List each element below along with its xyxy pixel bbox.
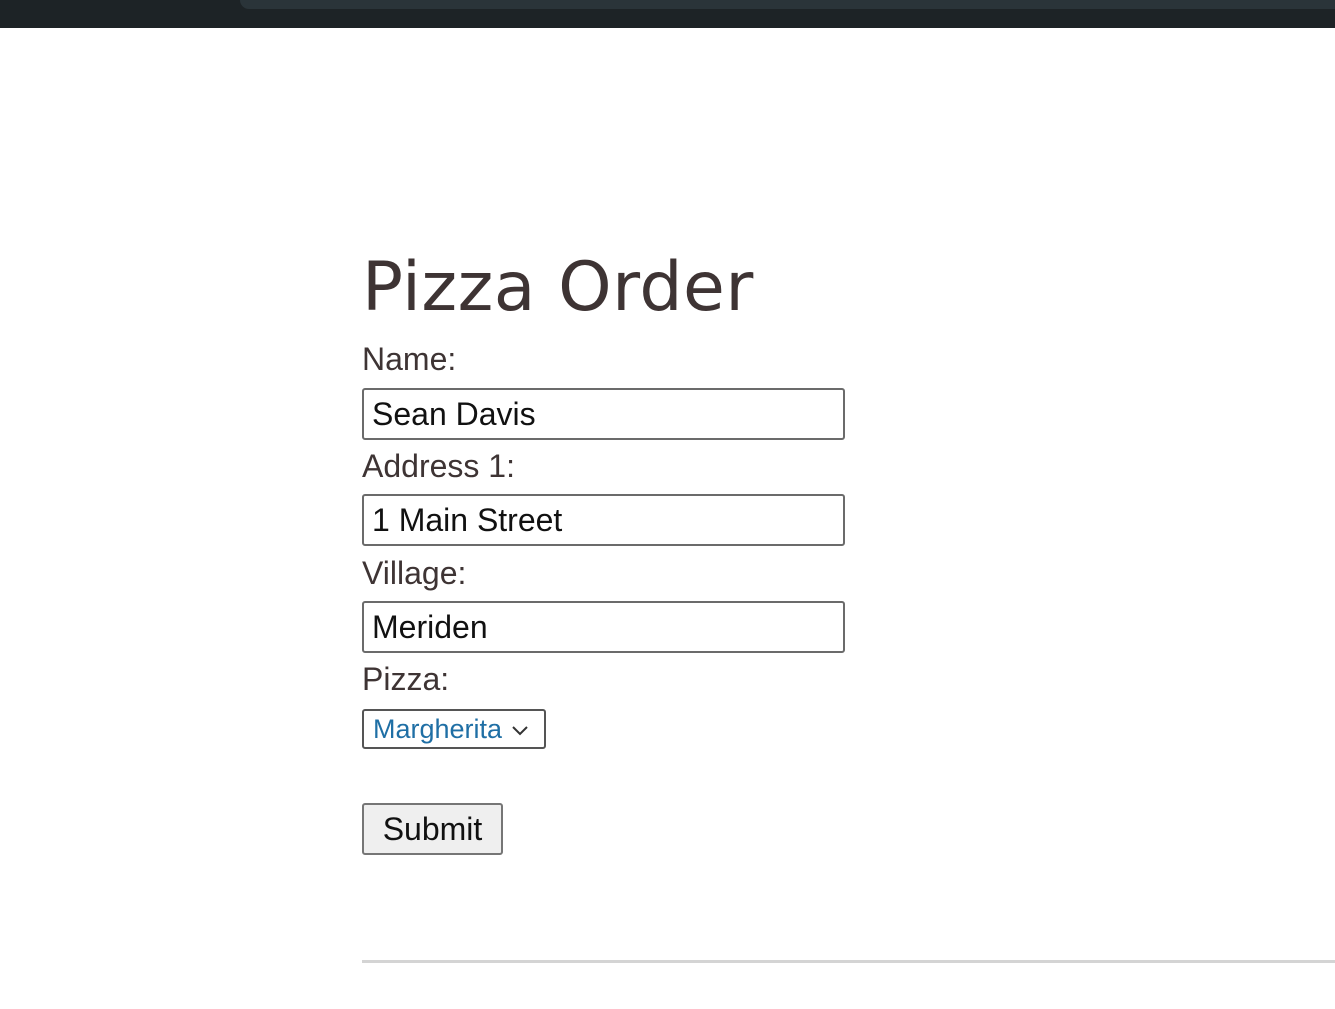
name-label: Name:	[362, 341, 457, 377]
chevron-down-icon	[511, 723, 529, 736]
pizza-select-value: Margherita	[373, 713, 503, 744]
name-input[interactable]	[362, 388, 845, 440]
browser-top-bar	[0, 0, 1335, 28]
browser-tab-strip	[240, 0, 1335, 9]
address1-label: Address 1:	[362, 448, 515, 484]
submit-button[interactable]: Submit	[362, 803, 503, 855]
pizza-select[interactable]: Margherita	[362, 709, 546, 749]
divider	[362, 960, 1335, 963]
page-title: Pizza Order	[362, 248, 754, 327]
pizza-label: Pizza:	[362, 661, 450, 697]
village-label: Village:	[362, 555, 467, 591]
village-input[interactable]	[362, 601, 845, 653]
address1-input[interactable]	[362, 494, 845, 546]
